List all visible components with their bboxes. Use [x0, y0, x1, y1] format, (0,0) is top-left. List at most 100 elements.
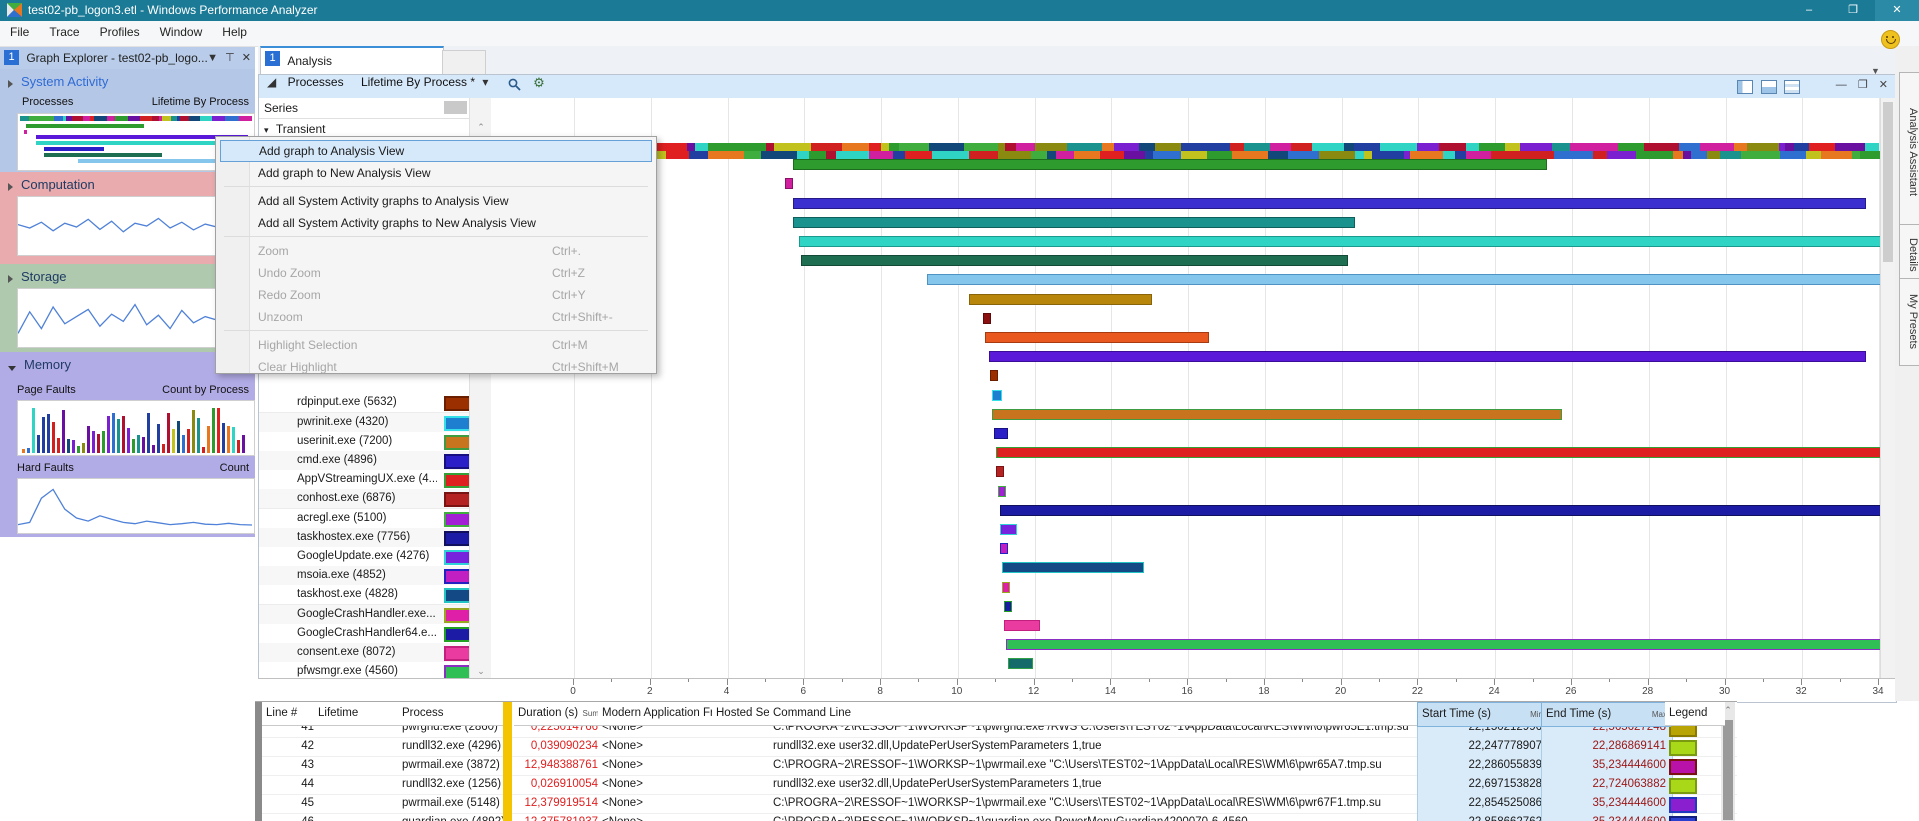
chart-scroll-thumb[interactable] [1883, 102, 1893, 262]
menu-window[interactable]: Window [150, 21, 213, 43]
view-columns-icon[interactable] [1737, 80, 1753, 94]
series-row[interactable]: GoogleCrashHandler.exe... [259, 605, 469, 625]
graph-explorer-header[interactable]: 1 Graph Explorer - test02-pb_logo... ▼ ⊤… [0, 47, 255, 70]
panel-menu-chevron-icon[interactable]: ▼ [1871, 66, 1880, 76]
gantt-chart[interactable] [491, 98, 1881, 679]
gantt-bar[interactable] [983, 313, 991, 324]
gantt-bar[interactable] [992, 390, 1002, 401]
hard-faults-thumbnail[interactable] [17, 478, 255, 534]
gantt-bar[interactable] [996, 466, 1004, 477]
menu-item-zoom[interactable]: ZoomCtrl+. [220, 240, 650, 262]
column-header-legend[interactable]: Legend [1665, 702, 1725, 726]
column-header-modern[interactable]: Modern Application Frie... [598, 702, 716, 726]
series-row[interactable]: conhost.exe (6876) [259, 489, 469, 509]
tab-stub[interactable] [442, 50, 486, 75]
series-row[interactable]: acregl.exe (5100) [259, 509, 469, 529]
menu-file[interactable]: File [0, 21, 39, 43]
expander-icon[interactable] [8, 366, 16, 371]
gantt-bar[interactable] [1000, 524, 1017, 535]
gantt-bar[interactable] [793, 217, 1355, 228]
column-header-hosted[interactable]: Hosted Ser... [712, 702, 773, 726]
gantt-bar[interactable] [785, 178, 793, 189]
menu-item-highlight-selection[interactable]: Highlight SelectionCtrl+M [220, 334, 650, 356]
column-freeze-bar[interactable] [503, 702, 512, 821]
view-chart-icon[interactable] [1761, 80, 1777, 94]
section-title-row[interactable]: Computation [8, 177, 95, 194]
series-row[interactable]: taskhostex.exe (7756) [259, 528, 469, 548]
feedback-smiley-icon[interactable] [1881, 30, 1900, 49]
menu-item-unzoom[interactable]: UnzoomCtrl+Shift+- [220, 306, 650, 328]
gantt-bar[interactable] [1004, 620, 1041, 631]
graph-preset-name[interactable]: Lifetime By Process * [361, 75, 475, 89]
menu-help[interactable]: Help [212, 21, 257, 43]
gantt-bar[interactable] [1006, 639, 1881, 650]
title-bar[interactable]: test02-pb_logon3.etl - Windows Performan… [0, 0, 1919, 21]
vertical-tab-details[interactable]: Details [1899, 224, 1919, 286]
menu-item-add-graph-to-analysis-view[interactable]: Add graph to Analysis View [220, 140, 652, 162]
gear-icon[interactable]: ⚙ [533, 75, 545, 91]
series-row[interactable]: rdpinput.exe (5632) [259, 393, 469, 413]
expander-icon[interactable] [8, 275, 13, 283]
gantt-bar[interactable] [985, 332, 1210, 343]
gantt-bar[interactable] [793, 159, 1547, 170]
gantt-bar[interactable] [1002, 582, 1010, 593]
gantt-bar[interactable] [996, 447, 1881, 458]
column-header-end[interactable]: End Time (s)Max [1541, 702, 1671, 727]
column-header-process[interactable]: Process [398, 702, 505, 726]
menu-item-redo-zoom[interactable]: Redo ZoomCtrl+Y [220, 284, 650, 306]
scroll-up-icon[interactable]: ⌃ [470, 98, 492, 133]
gantt-bar[interactable] [801, 255, 1348, 266]
maximize-button[interactable]: ❐ [1831, 0, 1875, 21]
series-row[interactable]: userinit.exe (7200) [259, 432, 469, 452]
menu-item-clear-highlight[interactable]: Clear HighlightCtrl+Shift+M [220, 356, 650, 378]
group-scroll-thumb[interactable] [444, 101, 467, 114]
pin-icon[interactable]: ⊤ [225, 52, 235, 64]
close-icon[interactable]: ✕ [242, 52, 251, 64]
menu-item-add-all-system-activity-graphs-to-analysis-view[interactable]: Add all System Activity graphs to Analys… [220, 190, 650, 212]
graph-minimize-icon[interactable]: — [1836, 79, 1847, 91]
column-header-duration[interactable]: Duration (s)Sum [514, 702, 602, 726]
graph-restore-icon[interactable]: ❐ [1858, 79, 1868, 91]
collapse-icon[interactable]: ◢ [267, 75, 276, 89]
group-expander-icon[interactable]: ▾ [264, 125, 269, 135]
chevron-down-icon[interactable]: ▼ [207, 52, 218, 64]
chart-scrollbar[interactable] [1880, 98, 1896, 679]
graph-panel-header[interactable]: ◢ Processes Lifetime By Process * ▾ ⚙ — … [259, 75, 1896, 99]
gantt-bar[interactable] [1004, 601, 1012, 612]
gantt-bar[interactable] [998, 486, 1006, 497]
column-header-lifetime[interactable]: Lifetime [314, 702, 402, 726]
preset-caret-icon[interactable]: ▾ [482, 75, 488, 89]
minimize-button[interactable]: – [1787, 0, 1831, 21]
menu-trace[interactable]: Trace [39, 21, 89, 43]
table-scroll-thumb[interactable] [1723, 720, 1733, 820]
section-title-row[interactable]: System Activity [8, 74, 108, 91]
section-title-row[interactable]: Memory [8, 357, 71, 374]
search-icon[interactable] [508, 78, 520, 90]
menu-item-add-all-system-activity-graphs-to-new-analysis-view[interactable]: Add all System Activity graphs to New An… [220, 212, 650, 234]
series-row[interactable]: GoogleUpdate.exe (4276) [259, 547, 469, 567]
series-row[interactable]: GoogleCrashHandler64.e... [259, 624, 469, 644]
gantt-bar[interactable] [969, 294, 1151, 305]
gantt-bar[interactable] [992, 409, 1562, 420]
series-row[interactable]: taskhost.exe (4828) [259, 585, 469, 605]
menu-item-add-graph-to-new-analysis-view[interactable]: Add graph to New Analysis View [220, 162, 650, 184]
page-faults-thumbnail[interactable] [17, 400, 255, 456]
menu-profiles[interactable]: Profiles [90, 21, 150, 43]
expander-icon[interactable] [8, 183, 13, 191]
scroll-down-icon[interactable]: ⌄ [470, 666, 492, 677]
gantt-bar[interactable] [989, 351, 1866, 362]
gantt-bar[interactable] [1002, 562, 1144, 573]
gantt-bar[interactable] [1000, 505, 1881, 516]
gantt-bar[interactable] [990, 370, 998, 381]
gantt-bar[interactable] [1000, 543, 1008, 554]
series-row[interactable]: AppVStreamingUX.exe (4... [259, 470, 469, 490]
gantt-bar[interactable] [994, 428, 1008, 439]
graph-close-icon[interactable]: ✕ [1879, 79, 1888, 91]
series-row[interactable]: pwrinit.exe (4320) [259, 413, 469, 433]
tab-analysis[interactable]: 1 Analysis [260, 46, 444, 76]
series-row[interactable]: msoia.exe (4852) [259, 566, 469, 586]
view-grid-icon[interactable] [1784, 80, 1800, 94]
series-row[interactable]: cmd.exe (4896) [259, 451, 469, 471]
vertical-tab-analysis-assistant[interactable]: Analysis Assistant [1899, 72, 1919, 232]
menu-item-undo-zoom[interactable]: Undo ZoomCtrl+Z [220, 262, 650, 284]
